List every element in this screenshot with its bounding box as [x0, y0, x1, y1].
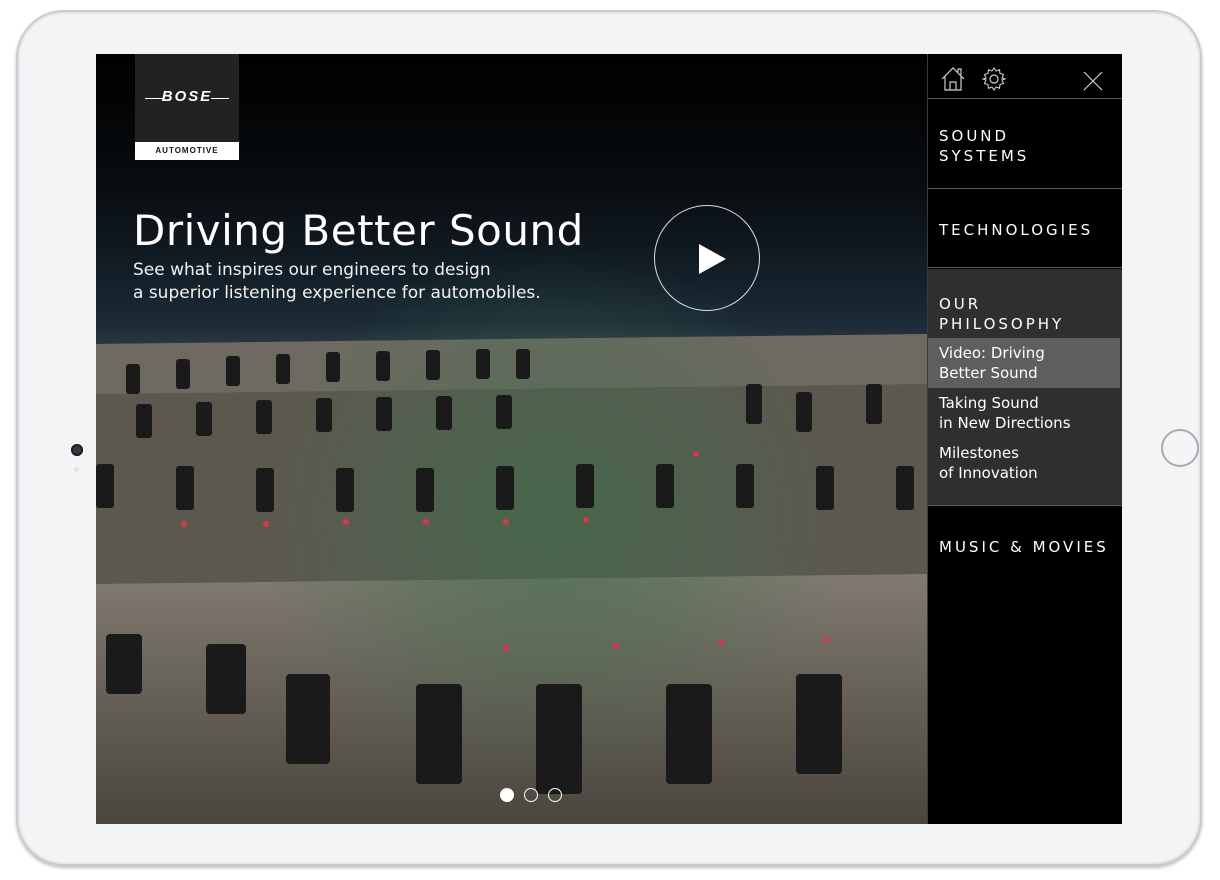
nav-subitem-label: Better Sound	[939, 364, 1038, 382]
mixing-console-image	[96, 54, 927, 824]
gear-icon[interactable]	[981, 66, 1007, 92]
nav-section-technologies[interactable]: TECHNOLOGIES	[928, 190, 1122, 268]
nav-subitem-video-driving-better-sound[interactable]: Video: Driving Better Sound	[928, 338, 1120, 388]
nav-section-sound-systems[interactable]: SOUND SYSTEMS	[928, 99, 1122, 189]
logo-stripe	[211, 98, 229, 99]
nav-section-label: TECHNOLOGIES	[939, 221, 1094, 239]
play-button[interactable]	[654, 205, 760, 311]
light-sensor	[74, 467, 79, 472]
nav-subitem-label: of Innovation	[939, 464, 1038, 482]
nav-section-music-movies[interactable]: MUSIC & MOVIES	[928, 507, 1122, 587]
hero-subtitle-line-1: See what inspires our engineers to desig…	[133, 260, 491, 280]
bose-logo[interactable]: BOSE AUTOMOTIVE	[135, 54, 239, 160]
logo-wordmark: BOSE	[161, 88, 213, 105]
hero-video-area[interactable]: BOSE AUTOMOTIVE Driving Better Sound See…	[96, 54, 927, 824]
nav-section-label: OUR	[939, 295, 982, 313]
pagination-dot-2[interactable]	[524, 788, 538, 802]
nav-subitem-label: in New Directions	[939, 414, 1071, 432]
nav-toolbar	[928, 54, 1122, 99]
logo-subtitle: AUTOMOTIVE	[135, 142, 239, 160]
nav-subitem-milestones[interactable]: Milestones of Innovation	[928, 438, 1120, 488]
hero-title: Driving Better Sound	[133, 206, 584, 255]
side-navigation: SOUND SYSTEMS TECHNOLOGIES OUR PHILOSOPH…	[927, 54, 1122, 824]
nav-section-header[interactable]: OUR PHILOSOPHY	[939, 294, 1064, 334]
pagination-dot-3[interactable]	[548, 788, 562, 802]
home-icon[interactable]	[940, 66, 966, 92]
app-screen: BOSE AUTOMOTIVE Driving Better Sound See…	[96, 54, 1122, 824]
hero-subtitle-line-2: a superior listening experience for auto…	[133, 283, 541, 303]
nav-section-label: SOUND	[939, 127, 1010, 145]
carousel-pagination	[500, 788, 562, 804]
nav-section-label: SYSTEMS	[939, 147, 1030, 165]
nav-subitem-label: Video: Driving	[939, 344, 1045, 362]
nav-subitem-label: Milestones	[939, 444, 1019, 462]
camera-lens	[71, 444, 83, 456]
nav-subitem-taking-sound[interactable]: Taking Sound in New Directions	[928, 388, 1120, 438]
device-home-button[interactable]	[1161, 429, 1199, 467]
nav-section-label: PHILOSOPHY	[939, 315, 1065, 333]
nav-subitem-label: Taking Sound	[939, 394, 1039, 412]
nav-section-label: MUSIC & MOVIES	[939, 538, 1109, 556]
close-icon[interactable]	[1082, 70, 1104, 92]
play-icon	[699, 244, 726, 274]
pagination-dot-1[interactable]	[500, 788, 514, 802]
nav-section-our-philosophy: OUR PHILOSOPHY Video: Driving Better Sou…	[928, 269, 1122, 506]
